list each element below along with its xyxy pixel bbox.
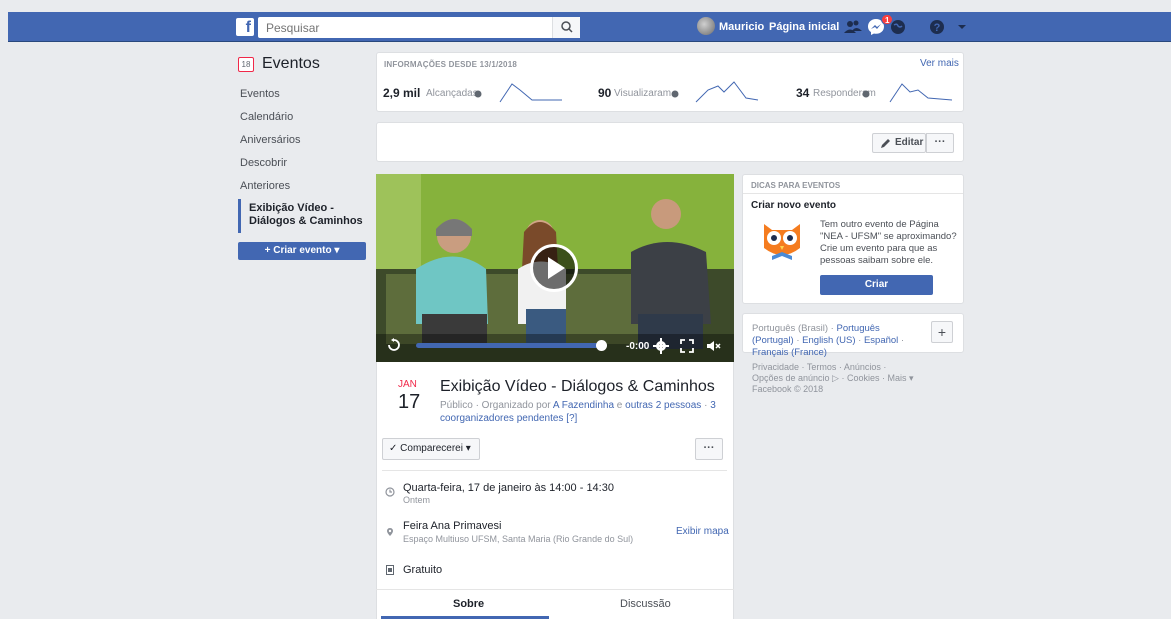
footer-line[interactable]: Opções de anúncio ▷ · Cookies · Mais ▾ <box>752 373 952 384</box>
sidebar-item-current-event[interactable]: Exibição Vídeo - Diálogos & Caminhos <box>238 199 366 233</box>
edit-label: Editar <box>895 137 924 148</box>
going-button[interactable]: ✓ Comparecerei ▾ <box>382 438 480 460</box>
separator: · <box>793 335 803 346</box>
search-icon <box>561 21 573 33</box>
separator: · <box>898 335 905 346</box>
show-map-link[interactable]: Exibir mapa <box>676 526 729 537</box>
svg-text:?: ? <box>934 22 941 34</box>
calendar-icon: 18 <box>238 57 254 72</box>
facebook-logo-icon[interactable]: f <box>236 18 254 36</box>
separator: · <box>701 400 711 411</box>
event-day: 17 <box>398 391 421 413</box>
footer-links: Privacidade · Termos · Anúncios · Opções… <box>752 362 952 395</box>
divider <box>376 589 734 590</box>
see-more-link[interactable]: Ver mais <box>920 58 959 69</box>
event-price: Gratuito <box>403 564 443 576</box>
account-menu-chevron-down-icon[interactable] <box>952 17 972 37</box>
copyright: Facebook © 2018 <box>752 384 824 394</box>
views-label: Visualizaram <box>614 88 672 99</box>
event-month: JAN <box>398 379 417 390</box>
responses-value: 34 <box>796 86 810 100</box>
edit-button[interactable]: Editar <box>872 133 926 153</box>
tab-sobre[interactable]: Sobre <box>453 598 484 610</box>
page-title: Eventos <box>262 55 320 72</box>
play-button[interactable] <box>530 244 578 292</box>
create-button[interactable]: Criar <box>820 275 933 295</box>
tips-header: DICAS PARA EVENTOS <box>751 181 841 190</box>
info-icon[interactable] <box>474 90 482 98</box>
event-location[interactable]: Feira Ana Primavesi <box>403 520 501 532</box>
add-language-button[interactable]: + <box>931 321 953 343</box>
more-options-button[interactable]: ··· <box>926 133 954 153</box>
pencil-icon <box>881 139 890 148</box>
sidebar-item-eventos[interactable]: Eventos <box>240 88 280 100</box>
language-fr[interactable]: Français (France) <box>752 347 827 358</box>
event-privacy: Público · Organizado por <box>440 400 553 411</box>
event-subtitle: Público · Organizado por A Fazendinha e … <box>440 399 728 425</box>
settings-gear-icon[interactable] <box>653 338 669 354</box>
others-link[interactable]: outras 2 pessoas <box>625 400 701 411</box>
language-current: Português (Brasil) <box>752 323 829 334</box>
mute-icon[interactable] <box>706 339 722 353</box>
event-datetime[interactable]: Quarta-feira, 17 de janeiro às 14:00 - 1… <box>403 482 614 494</box>
sidebar-item-descobrir[interactable]: Descobrir <box>240 157 287 169</box>
sidebar-item-label: Exibição Vídeo - <box>249 202 334 214</box>
sidebar-item-aniversarios[interactable]: Aniversários <box>240 134 301 146</box>
sidebar-item-calendario[interactable]: Calendário <box>240 111 293 123</box>
language-list: Português (Brasil) · Português (Portugal… <box>752 323 917 359</box>
clock-icon <box>385 487 395 497</box>
friend-requests-icon[interactable] <box>843 17 863 37</box>
language-en-us[interactable]: English (US) <box>802 335 855 346</box>
info-icon[interactable] <box>671 90 679 98</box>
fullscreen-icon[interactable] <box>680 339 694 353</box>
search-input[interactable] <box>258 17 580 38</box>
location-pin-icon <box>387 528 393 536</box>
insights-label: INFORMAÇÕES DESDE 13/1/2018 <box>384 60 517 69</box>
create-event-button[interactable]: + Criar evento ▾ <box>238 242 366 260</box>
help-icon[interactable]: ? <box>927 17 947 37</box>
event-address: Espaço Multiuso UFSM, Santa Maria (Rio G… <box>403 534 634 544</box>
divider <box>743 193 963 194</box>
tips-title: Criar novo evento <box>751 200 837 211</box>
video-progress-bar[interactable] <box>416 343 602 348</box>
progress-handle[interactable] <box>596 340 607 351</box>
event-title: Exibição Vídeo - Diálogos & Caminhos <box>440 378 715 395</box>
divider <box>382 470 727 471</box>
replay-icon[interactable] <box>387 338 401 352</box>
event-datetime-relative: Ontem <box>403 495 431 505</box>
reach-label: Alcançadas <box>426 88 478 99</box>
video-time: -0:00 <box>626 341 650 352</box>
event-more-button[interactable]: ··· <box>695 438 723 460</box>
separator: · <box>855 335 864 346</box>
language-es[interactable]: Español <box>864 335 898 346</box>
reach-sparkline <box>499 83 562 103</box>
conjunction: e <box>614 400 626 411</box>
views-sparkline <box>695 81 759 103</box>
owl-mascot-icon <box>764 224 800 260</box>
tips-body: Tem outro evento de Página "NEA - UFSM" … <box>820 219 957 266</box>
top-bar <box>8 12 1171 42</box>
play-icon <box>548 257 565 279</box>
tab-discussao[interactable]: Discussão <box>620 598 671 610</box>
footer-line[interactable]: Privacidade · Termos · Anúncios · <box>752 362 952 373</box>
responses-sparkline <box>889 83 953 103</box>
search-button[interactable] <box>552 17 580 38</box>
profile-link[interactable]: Mauricio <box>719 21 764 33</box>
avatar[interactable] <box>697 17 715 35</box>
reach-value: 2,9 mil <box>383 86 421 100</box>
sidebar-item-anteriores[interactable]: Anteriores <box>240 180 290 192</box>
views-value: 90 <box>598 86 612 100</box>
sidebar-item-label: Diálogos & Caminhos <box>249 215 363 227</box>
ticket-icon <box>386 565 394 575</box>
organizer-link[interactable]: A Fazendinha <box>553 400 614 411</box>
home-link[interactable]: Página inicial <box>769 21 839 33</box>
info-icon[interactable] <box>862 90 870 98</box>
globe-notifications-icon[interactable] <box>888 17 908 37</box>
